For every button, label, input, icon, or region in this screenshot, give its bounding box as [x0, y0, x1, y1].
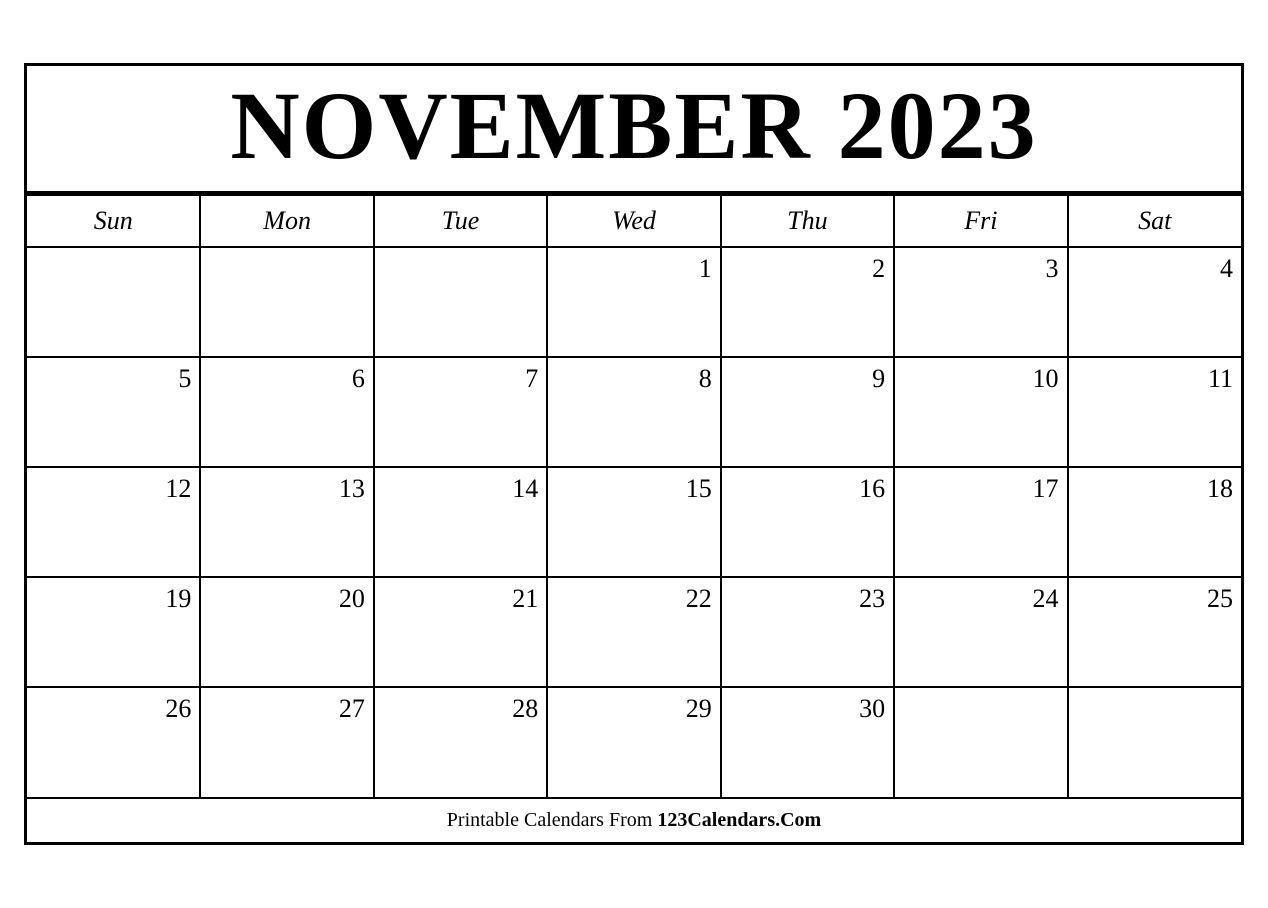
- day-of-week-header: Wed: [547, 195, 720, 247]
- day-number: 21: [379, 584, 538, 614]
- calendar-day-cell: [27, 247, 200, 357]
- day-number: 2: [726, 254, 885, 284]
- calendar-body: 1234567891011121314151617181920212223242…: [27, 247, 1241, 797]
- calendar-week-row: 1234: [27, 247, 1241, 357]
- day-number: 5: [31, 364, 191, 394]
- calendar-day-cell: [374, 247, 547, 357]
- day-of-week-header: Fri: [894, 195, 1067, 247]
- calendar-header: NOVEMBER 2023: [27, 66, 1241, 194]
- day-number: 11: [1073, 364, 1233, 394]
- calendar-day-cell: 22: [547, 577, 720, 687]
- day-of-week-header: Sun: [27, 195, 200, 247]
- day-of-week-header: Tue: [374, 195, 547, 247]
- day-number: 28: [379, 694, 538, 724]
- day-of-week-header: Mon: [200, 195, 373, 247]
- day-number: 9: [726, 364, 885, 394]
- calendar-day-cell: 5: [27, 357, 200, 467]
- calendar-day-cell: 6: [200, 357, 373, 467]
- calendar-day-cell: 12: [27, 467, 200, 577]
- calendar-day-cell: 20: [200, 577, 373, 687]
- day-number: 27: [205, 694, 364, 724]
- calendar-day-cell: 27: [200, 687, 373, 797]
- calendar-day-cell: 23: [721, 577, 894, 687]
- day-number: 22: [552, 584, 711, 614]
- calendar-container: NOVEMBER 2023 SunMonTueWedThuFriSat 1234…: [24, 63, 1244, 845]
- calendar-day-cell: 28: [374, 687, 547, 797]
- calendar-day-cell: 7: [374, 357, 547, 467]
- calendar-day-cell: [200, 247, 373, 357]
- calendar-day-cell: 13: [200, 467, 373, 577]
- footer-text-plain: Printable Calendars From: [447, 809, 658, 831]
- day-number: 13: [205, 474, 364, 504]
- calendar-day-cell: [894, 687, 1067, 797]
- calendar-day-cell: 8: [547, 357, 720, 467]
- calendar-day-cell: 19: [27, 577, 200, 687]
- calendar-day-cell: 11: [1068, 357, 1241, 467]
- calendar-week-row: 19 20 21 22 23 24 25: [27, 577, 1241, 687]
- calendar-day-cell: 10: [894, 357, 1067, 467]
- calendar-day-cell: 3: [894, 247, 1067, 357]
- day-number: 10: [899, 364, 1058, 394]
- day-number: 25: [1073, 584, 1233, 614]
- calendar-day-cell: 9: [721, 357, 894, 467]
- day-number: 4: [1073, 254, 1233, 284]
- calendar-title: NOVEMBER 2023: [27, 76, 1241, 177]
- calendar-day-cell: 16: [721, 467, 894, 577]
- day-number: 15: [552, 474, 711, 504]
- calendar-week-row: 26 27 28 29 30: [27, 687, 1241, 797]
- calendar-day-cell: 24: [894, 577, 1067, 687]
- calendar-day-cell: 1: [547, 247, 720, 357]
- calendar-day-cell: 14: [374, 467, 547, 577]
- calendar-week-row: 12 13 14 15 16 17 18: [27, 467, 1241, 577]
- calendar-day-cell: 26: [27, 687, 200, 797]
- day-number: 12: [31, 474, 191, 504]
- day-number: 26: [31, 694, 191, 724]
- calendar-day-cell: 17: [894, 467, 1067, 577]
- day-number: 7: [379, 364, 538, 394]
- day-number: 19: [31, 584, 191, 614]
- calendar-day-cell: 4: [1068, 247, 1241, 357]
- calendar-day-cell: [1068, 687, 1241, 797]
- day-number: 30: [726, 694, 885, 724]
- day-number: 3: [899, 254, 1058, 284]
- calendar-day-cell: 18: [1068, 467, 1241, 577]
- day-number: 18: [1073, 474, 1233, 504]
- calendar-day-cell: 2: [721, 247, 894, 357]
- calendar-day-cell: 30: [721, 687, 894, 797]
- day-of-week-header: Sat: [1068, 195, 1241, 247]
- day-number: 20: [205, 584, 364, 614]
- calendar-day-cell: 29: [547, 687, 720, 797]
- calendar-day-cell: 25: [1068, 577, 1241, 687]
- day-number: 8: [552, 364, 711, 394]
- day-number: 23: [726, 584, 885, 614]
- day-number: 6: [205, 364, 364, 394]
- calendar-day-cell: 21: [374, 577, 547, 687]
- calendar-week-row: 56789 10 11: [27, 357, 1241, 467]
- days-header-row: SunMonTueWedThuFriSat: [27, 195, 1241, 247]
- day-number: 14: [379, 474, 538, 504]
- day-number: 29: [552, 694, 711, 724]
- day-number: 1: [552, 254, 711, 284]
- calendar-grid: SunMonTueWedThuFriSat 123456789101112131…: [27, 194, 1241, 797]
- day-number: 17: [899, 474, 1058, 504]
- calendar-day-cell: 15: [547, 467, 720, 577]
- day-of-week-header: Thu: [721, 195, 894, 247]
- footer-text-bold: 123Calendars.Com: [657, 809, 821, 831]
- calendar-footer: Printable Calendars From 123Calendars.Co…: [27, 797, 1241, 842]
- day-number: 24: [899, 584, 1058, 614]
- day-number: 16: [726, 474, 885, 504]
